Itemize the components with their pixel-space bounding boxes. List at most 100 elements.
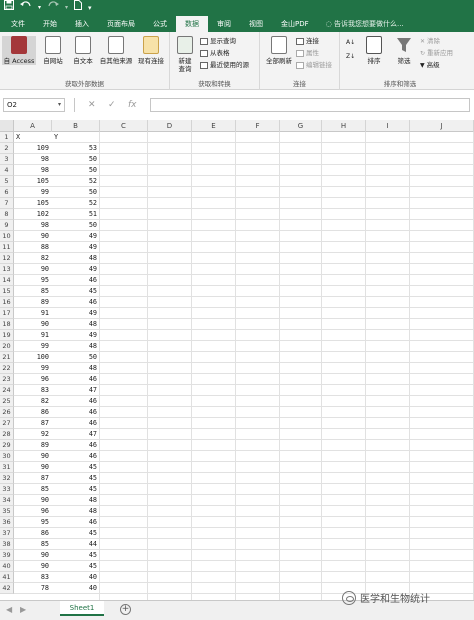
cell-b[interactable]: 52 — [52, 198, 100, 209]
column-header-j[interactable]: J — [410, 120, 474, 132]
row-header[interactable]: 6 — [0, 187, 14, 198]
row-header[interactable]: 8 — [0, 209, 14, 220]
cell-b[interactable]: 45 — [52, 550, 100, 561]
cell-a[interactable]: 90 — [14, 561, 52, 572]
cell-a[interactable]: 95 — [14, 517, 52, 528]
row-header[interactable]: 27 — [0, 418, 14, 429]
cell-b[interactable]: 49 — [52, 308, 100, 319]
row-header[interactable]: 9 — [0, 220, 14, 231]
row-header[interactable]: 17 — [0, 308, 14, 319]
column-header-a[interactable]: A — [14, 120, 52, 132]
row-header[interactable]: 20 — [0, 341, 14, 352]
row-header[interactable]: 5 — [0, 176, 14, 187]
row-header[interactable]: 33 — [0, 484, 14, 495]
row-header[interactable]: 16 — [0, 297, 14, 308]
column-header-e[interactable]: E — [192, 120, 236, 132]
row-header[interactable]: 30 — [0, 451, 14, 462]
tab-page-layout[interactable]: 页面布局 — [98, 16, 144, 32]
column-header-c[interactable]: C — [100, 120, 148, 132]
tab-review[interactable]: 审阅 — [208, 16, 240, 32]
cell-b[interactable]: 46 — [52, 418, 100, 429]
cell-b[interactable]: 49 — [52, 231, 100, 242]
cell-b[interactable]: 49 — [52, 330, 100, 341]
row-header[interactable]: 10 — [0, 231, 14, 242]
cell-a[interactable]: 90 — [14, 264, 52, 275]
cell-b[interactable]: 45 — [52, 561, 100, 572]
column-header-b[interactable]: B — [52, 120, 100, 132]
existing-connections-button[interactable]: 现有连接 — [134, 36, 168, 65]
row-header[interactable]: 3 — [0, 154, 14, 165]
cell-b[interactable]: 46 — [52, 407, 100, 418]
cell-a[interactable]: 85 — [14, 539, 52, 550]
row-header[interactable]: 28 — [0, 429, 14, 440]
cell-a[interactable]: 83 — [14, 385, 52, 396]
row-header[interactable]: 25 — [0, 396, 14, 407]
cell-a[interactable]: 95 — [14, 275, 52, 286]
cell-a[interactable]: 87 — [14, 418, 52, 429]
select-all-corner[interactable] — [0, 120, 14, 132]
recent-sources-button[interactable]: 最近使用的源 — [200, 61, 249, 70]
cell-b[interactable]: 40 — [52, 583, 100, 594]
row-header[interactable]: 7 — [0, 198, 14, 209]
cell-a[interactable]: 91 — [14, 330, 52, 341]
cell-b[interactable]: 50 — [52, 154, 100, 165]
from-web-button[interactable]: 自网站 — [38, 36, 68, 65]
cell-b[interactable]: 46 — [52, 297, 100, 308]
cell-b[interactable]: 50 — [52, 352, 100, 363]
reapply-button[interactable]: ↻ 重新应用 — [420, 49, 453, 58]
show-queries-button[interactable]: 显示查询 — [200, 37, 236, 46]
row-header[interactable]: 37 — [0, 528, 14, 539]
cell-a[interactable]: 90 — [14, 231, 52, 242]
row-header[interactable]: 11 — [0, 242, 14, 253]
cell-a[interactable]: 86 — [14, 528, 52, 539]
add-sheet-button[interactable]: + — [120, 604, 131, 615]
cell-a[interactable]: X — [14, 132, 52, 143]
row-header[interactable]: 36 — [0, 517, 14, 528]
cell-a[interactable]: 105 — [14, 198, 52, 209]
cell-b[interactable]: 53 — [52, 143, 100, 154]
sheet-prev-icon[interactable]: ◀ — [6, 605, 12, 614]
formula-input[interactable] — [150, 98, 470, 112]
cell-b[interactable]: 48 — [52, 319, 100, 330]
cell-a[interactable]: 88 — [14, 242, 52, 253]
cell-b[interactable]: 46 — [52, 451, 100, 462]
row-header[interactable]: 26 — [0, 407, 14, 418]
row-header[interactable]: 4 — [0, 165, 14, 176]
row-header[interactable]: 40 — [0, 561, 14, 572]
cell-b[interactable]: 50 — [52, 220, 100, 231]
sort-za-button[interactable]: Z↓ — [346, 52, 355, 61]
cell-a[interactable]: 90 — [14, 550, 52, 561]
cell-b[interactable]: 46 — [52, 374, 100, 385]
row-header[interactable]: 22 — [0, 363, 14, 374]
cell-a[interactable]: 99 — [14, 187, 52, 198]
chevron-down-icon[interactable]: ▾ — [58, 99, 61, 111]
row-header[interactable]: 13 — [0, 264, 14, 275]
cell-a[interactable]: 98 — [14, 220, 52, 231]
cell-b[interactable]: 51 — [52, 209, 100, 220]
cell-b[interactable]: 48 — [52, 363, 100, 374]
sort-button[interactable]: 排序 — [360, 36, 388, 65]
cell-a[interactable]: 83 — [14, 572, 52, 583]
properties-button[interactable]: 属性 — [296, 49, 319, 58]
cell-a[interactable]: 96 — [14, 374, 52, 385]
from-access-button[interactable]: 自 Access — [2, 36, 36, 65]
cell-b[interactable]: 52 — [52, 176, 100, 187]
cell-b[interactable]: 45 — [52, 484, 100, 495]
cell-b[interactable]: 47 — [52, 429, 100, 440]
row-header[interactable]: 34 — [0, 495, 14, 506]
tab-kingsoft-pdf[interactable]: 金山PDF — [272, 16, 318, 32]
insert-function-icon[interactable]: fx — [128, 98, 137, 112]
cell-a[interactable]: 91 — [14, 308, 52, 319]
row-header[interactable]: 19 — [0, 330, 14, 341]
row-header[interactable]: 2 — [0, 143, 14, 154]
cell-b[interactable]: 46 — [52, 396, 100, 407]
worksheet-grid[interactable]: 1 X Y 2 109 53 3 98 50 4 98 50 5 105 52 6 99 50 7 105 52 8 102… — [0, 132, 474, 600]
cell-a[interactable]: 98 — [14, 154, 52, 165]
sort-az-button[interactable]: A↓ — [346, 38, 355, 47]
advanced-button[interactable]: ▼ 高级 — [420, 61, 440, 70]
cell-a[interactable]: 98 — [14, 165, 52, 176]
column-header-i[interactable]: I — [366, 120, 410, 132]
name-box[interactable]: O2 ▾ — [3, 98, 65, 112]
row-header[interactable]: 15 — [0, 286, 14, 297]
cell-a[interactable]: 78 — [14, 583, 52, 594]
